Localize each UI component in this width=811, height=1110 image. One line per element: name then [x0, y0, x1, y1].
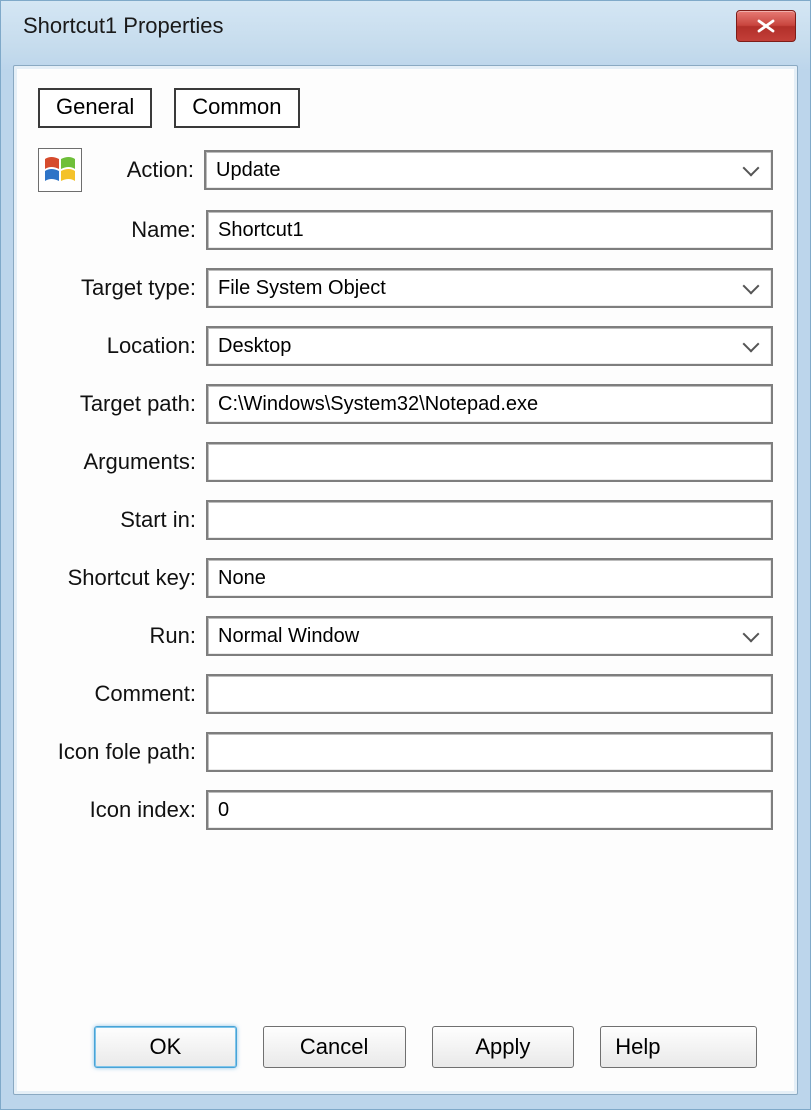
- label-arguments: Arguments:: [38, 449, 196, 475]
- icon-fole-path-input[interactable]: [206, 732, 773, 772]
- label-target-type: Target type:: [38, 275, 196, 301]
- label-location: Location:: [38, 333, 196, 359]
- window-title: Shortcut1 Properties: [23, 13, 224, 39]
- start-in-input[interactable]: [206, 500, 773, 540]
- name-value: Shortcut1: [218, 219, 304, 242]
- properties-dialog: Shortcut1 Properties General Common Acti…: [0, 0, 811, 1110]
- windows-icon: [38, 148, 82, 192]
- comment-input[interactable]: [206, 674, 773, 714]
- row-run: Run: Normal Window: [38, 616, 773, 656]
- location-select[interactable]: Desktop: [206, 326, 773, 366]
- form: Action: Update Name: Shortcut1 Target ty…: [38, 148, 773, 830]
- shortcut-key-input[interactable]: None: [206, 558, 773, 598]
- client-area: General Common Action: Update Name:: [13, 65, 798, 1095]
- help-button[interactable]: Help: [600, 1026, 757, 1068]
- row-comment: Comment:: [38, 674, 773, 714]
- row-location: Location: Desktop: [38, 326, 773, 366]
- row-icon-index: Icon index: 0: [38, 790, 773, 830]
- icon-index-value: 0: [218, 799, 229, 822]
- row-arguments: Arguments:: [38, 442, 773, 482]
- row-name: Name: Shortcut1: [38, 210, 773, 250]
- tab-common[interactable]: Common: [174, 88, 299, 128]
- location-value: Desktop: [218, 335, 291, 358]
- name-input[interactable]: Shortcut1: [206, 210, 773, 250]
- row-icon-fole-path: Icon fole path:: [38, 732, 773, 772]
- row-target-path: Target path: C:\Windows\System32\Notepad…: [38, 384, 773, 424]
- close-button[interactable]: [736, 10, 796, 42]
- row-start-in: Start in:: [38, 500, 773, 540]
- label-shortcut-key: Shortcut key:: [38, 565, 196, 591]
- label-icon-fole-path: Icon fole path:: [38, 739, 196, 765]
- target-type-select[interactable]: File System Object: [206, 268, 773, 308]
- label-icon-index: Icon index:: [38, 797, 196, 823]
- label-comment: Comment:: [38, 681, 196, 707]
- tab-general[interactable]: General: [38, 88, 152, 128]
- titlebar: Shortcut1 Properties: [1, 1, 810, 51]
- arguments-input[interactable]: [206, 442, 773, 482]
- row-target-type: Target type: File System Object: [38, 268, 773, 308]
- cancel-button[interactable]: Cancel: [263, 1026, 406, 1068]
- close-icon: [756, 19, 776, 33]
- label-target-path: Target path:: [38, 391, 196, 417]
- label-start-in: Start in:: [38, 507, 196, 533]
- target-path-input[interactable]: C:\Windows\System32\Notepad.exe: [206, 384, 773, 424]
- row-shortcut-key: Shortcut key: None: [38, 558, 773, 598]
- apply-button[interactable]: Apply: [432, 1026, 575, 1068]
- run-value: Normal Window: [218, 625, 359, 648]
- ok-button[interactable]: OK: [94, 1026, 237, 1068]
- icon-index-input[interactable]: 0: [206, 790, 773, 830]
- target-type-value: File System Object: [218, 277, 386, 300]
- label-name: Name:: [38, 217, 196, 243]
- label-action: Action:: [98, 157, 194, 183]
- tab-strip: General Common: [38, 88, 773, 128]
- run-select[interactable]: Normal Window: [206, 616, 773, 656]
- shortcut-key-value: None: [218, 567, 266, 590]
- action-value: Update: [216, 159, 281, 182]
- action-select[interactable]: Update: [204, 150, 773, 190]
- dialog-buttons: OK Cancel Apply Help: [94, 1026, 757, 1068]
- row-action: Action: Update: [38, 148, 773, 192]
- label-run: Run:: [38, 623, 196, 649]
- target-path-value: C:\Windows\System32\Notepad.exe: [218, 393, 538, 416]
